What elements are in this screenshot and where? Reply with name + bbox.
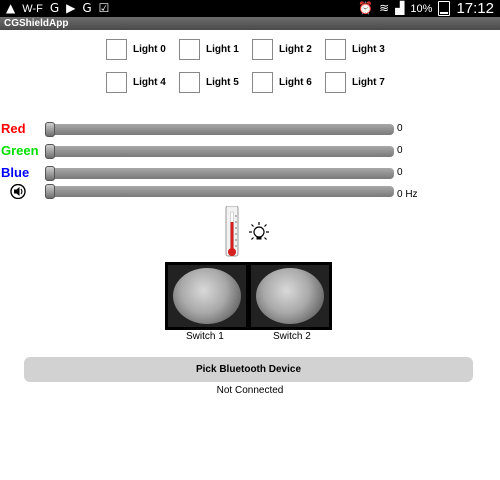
switch-1-label: Switch 1 xyxy=(186,331,224,342)
light-label: Light 1 xyxy=(206,43,239,55)
checkbox-box[interactable] xyxy=(325,71,346,93)
green-slider-track[interactable] xyxy=(46,146,394,157)
switch-1-button[interactable] xyxy=(168,265,246,327)
checkbox-box[interactable] xyxy=(106,71,127,93)
light-3-checkbox[interactable]: Light 3 xyxy=(325,38,398,60)
red-value: 0 xyxy=(397,123,403,134)
wifi-label: W-F xyxy=(22,2,43,15)
light-label: Light 6 xyxy=(279,76,312,88)
green-label: Green xyxy=(1,143,39,158)
light-4-checkbox[interactable]: Light 4 xyxy=(106,71,179,93)
lights-grid: Light 0 Light 1 Light 2 Light 3 Light 4 … xyxy=(106,38,406,104)
status-bar: ▲ W-F G ▶ G ☑ ⏰ ≋ ▟ 10% 17:12 xyxy=(0,0,500,17)
app-g2-icon: G xyxy=(82,1,92,15)
light-label: Light 3 xyxy=(352,43,385,55)
blue-slider-thumb[interactable] xyxy=(45,166,55,181)
connection-status: Not Connected xyxy=(216,385,284,396)
checkbox-box[interactable] xyxy=(325,38,346,60)
light-label: Light 0 xyxy=(133,43,166,55)
battery-percent: 10% xyxy=(410,2,433,15)
app-title: CGShieldApp xyxy=(4,18,69,29)
green-slider-row: Green 0 xyxy=(0,143,500,159)
light-7-checkbox[interactable]: Light 7 xyxy=(325,71,398,93)
sound-frequency-value: 0 Hz xyxy=(397,189,418,200)
red-slider-track[interactable] xyxy=(46,124,394,135)
light-0-checkbox[interactable]: Light 0 xyxy=(106,38,179,60)
blue-label: Blue xyxy=(1,165,30,180)
light-label: Light 5 xyxy=(206,76,239,88)
blue-slider-row: Blue 0 xyxy=(0,165,500,181)
light-5-checkbox[interactable]: Light 5 xyxy=(179,71,252,93)
red-slider-row: Red 0 xyxy=(0,121,500,137)
green-slider-thumb[interactable] xyxy=(45,144,55,159)
checkbox-box[interactable] xyxy=(106,38,127,60)
light-label: Light 4 xyxy=(133,76,166,88)
switch-panel xyxy=(165,262,332,330)
notification-check-icon: ☑ xyxy=(98,1,110,15)
wifi-signal-icon: ≋ xyxy=(379,1,390,15)
blue-slider-track[interactable] xyxy=(46,168,394,179)
switch-2-dome[interactable] xyxy=(256,268,324,324)
light-label: Light 2 xyxy=(279,43,312,55)
light-bulb-icon xyxy=(249,222,269,240)
light-6-checkbox[interactable]: Light 6 xyxy=(252,71,325,93)
red-label: Red xyxy=(1,121,26,136)
blue-value: 0 xyxy=(397,167,403,178)
pick-bluetooth-device-button[interactable]: Pick Bluetooth Device xyxy=(24,357,473,382)
cell-signal-icon: ▟ xyxy=(395,1,405,15)
switch-2-button[interactable] xyxy=(251,265,329,327)
system-icons: ⏰ ≋ ▟ 10% 17:12 xyxy=(358,0,494,17)
sound-slider-track[interactable] xyxy=(46,186,394,197)
green-value: 0 xyxy=(397,145,403,156)
app-g-icon: G xyxy=(49,1,60,15)
clock: 17:12 xyxy=(456,0,494,17)
checkbox-box[interactable] xyxy=(252,38,273,60)
app-title-bar: CGShieldApp xyxy=(0,17,500,30)
alarm-icon: ⏰ xyxy=(358,1,374,15)
lights-row: Light 0 Light 1 Light 2 Light 3 xyxy=(106,38,406,60)
thermometer-icon xyxy=(225,206,239,257)
battery-icon xyxy=(438,1,451,16)
notification-icons: ▲ W-F G ▶ G ☑ xyxy=(6,0,109,17)
sound-slider-thumb[interactable] xyxy=(45,184,55,199)
media-icon: ▶ xyxy=(66,1,76,15)
sound-slider-row: 0 Hz xyxy=(0,184,500,200)
checkbox-box[interactable] xyxy=(179,38,200,60)
light-label: Light 7 xyxy=(352,76,385,88)
light-1-checkbox[interactable]: Light 1 xyxy=(179,38,252,60)
speaker-icon xyxy=(10,184,26,199)
light-2-checkbox[interactable]: Light 2 xyxy=(252,38,325,60)
lights-row: Light 4 Light 5 Light 6 Light 7 xyxy=(106,71,406,93)
switch-2-label: Switch 2 xyxy=(273,331,311,342)
checkbox-box[interactable] xyxy=(252,71,273,93)
red-slider-thumb[interactable] xyxy=(45,122,55,137)
warning-icon: ▲ xyxy=(6,1,16,15)
checkbox-box[interactable] xyxy=(179,71,200,93)
switch-1-dome[interactable] xyxy=(173,268,241,324)
